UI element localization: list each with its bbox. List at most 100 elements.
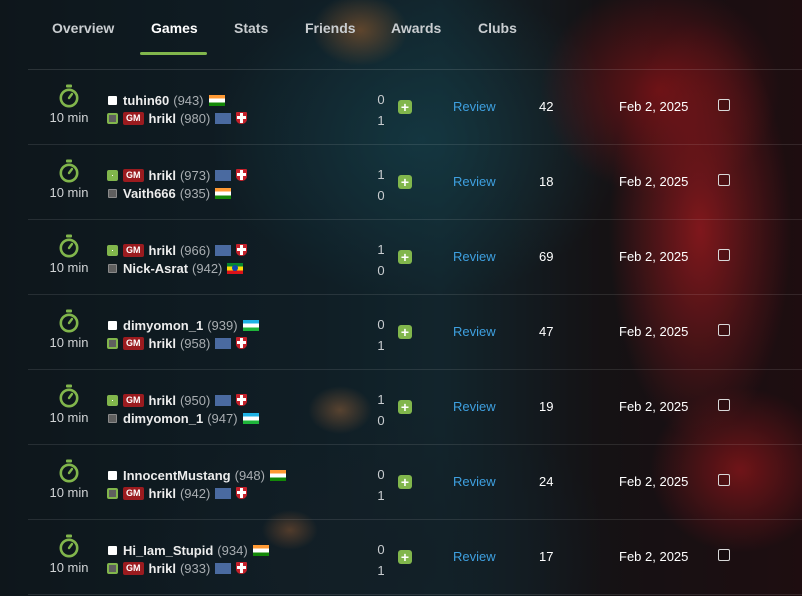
game-row[interactable]: 10 min GM hrikl (973) Vaith666 (935) 1 0 + Review… — [28, 145, 802, 220]
username-link[interactable]: Vaith666 — [123, 186, 176, 201]
username-link[interactable]: Nick-Asrat — [123, 261, 188, 276]
india-flag-icon — [269, 469, 286, 481]
black-score: 0 — [377, 413, 385, 428]
title-badge: GM — [123, 168, 144, 182]
game-row[interactable]: 10 min GM hrikl (966) Nick-Asrat (942) 1 0 + Revi… — [28, 220, 802, 295]
player-rating: (966) — [179, 242, 211, 258]
time-control: 10 min — [46, 384, 92, 425]
player-rating: (958) — [179, 335, 211, 351]
win-plus-icon: + — [398, 175, 412, 189]
white-piece-square-icon — [107, 169, 118, 181]
username-link[interactable]: Hi_Iam_Stupid — [123, 543, 213, 558]
tab-stats[interactable]: Stats — [234, 20, 268, 36]
title-badge: GM — [123, 561, 144, 575]
white-score: 1 — [377, 242, 385, 257]
black-piece-square-icon — [108, 188, 117, 198]
time-control: 10 min — [46, 309, 92, 350]
win-plus-icon: + — [398, 400, 412, 414]
username-link[interactable]: tuhin60 — [123, 93, 169, 108]
tab-clubs[interactable]: Clubs — [478, 20, 517, 36]
black-player: GM hrikl (980) — [107, 109, 248, 127]
white-score: 0 — [377, 542, 385, 557]
stopwatch-icon — [59, 309, 79, 333]
username-link[interactable]: hrikl — [149, 393, 176, 408]
game-row[interactable]: 10 min InnocentMustang (948) GM hrikl (942) 0 1… — [28, 445, 802, 520]
username-link[interactable]: dimyomon_1 — [123, 411, 203, 426]
time-control-label: 10 min — [49, 410, 89, 425]
active-tab-indicator — [140, 52, 207, 55]
white-score: 0 — [377, 317, 385, 332]
review-link[interactable]: Review — [453, 399, 496, 414]
player-rating: (942) — [179, 485, 211, 501]
white-score: 0 — [377, 467, 385, 482]
select-checkbox[interactable] — [718, 249, 730, 261]
club-shield-icon — [236, 244, 248, 256]
review-link[interactable]: Review — [453, 249, 496, 264]
select-checkbox[interactable] — [718, 474, 730, 486]
country-flag-icon — [215, 112, 232, 124]
username-link[interactable]: hrikl — [149, 561, 176, 576]
username-link[interactable]: hrikl — [149, 111, 176, 126]
players: GM hrikl (950) dimyomon_1 (947) — [107, 391, 259, 427]
white-player: tuhin60 (943) — [108, 91, 247, 109]
players: InnocentMustang (948) GM hrikl (942) — [107, 466, 286, 502]
white-player: dimyomon_1 (939) — [108, 316, 259, 334]
stopwatch-icon — [59, 84, 79, 108]
game-row[interactable]: 10 min dimyomon_1 (939) GM hrikl (958) 0 1 + Revi… — [28, 295, 802, 370]
time-control-label: 10 min — [49, 335, 89, 350]
tab-friends[interactable]: Friends — [305, 20, 356, 36]
title-badge: GM — [123, 393, 144, 407]
black-player: GM hrikl (958) — [107, 334, 259, 352]
white-piece-square-icon — [108, 320, 117, 330]
select-checkbox[interactable] — [718, 324, 730, 336]
white-player: GM hrikl (973) — [107, 166, 248, 184]
club-shield-icon — [236, 112, 248, 124]
game-row[interactable]: 10 min GM hrikl (950) dimyomon_1 (947) 1 0 + Revi… — [28, 370, 802, 445]
game-date: Feb 2, 2025 — [619, 174, 689, 189]
review-link[interactable]: Review — [453, 174, 496, 189]
result-scores: 10 — [374, 164, 388, 206]
username-link[interactable]: hrikl — [149, 243, 176, 258]
black-player: GM hrikl (933) — [107, 559, 269, 577]
games-list: 10 min tuhin60 (943) GM hrikl (980) 0 1 + Review 4… — [28, 69, 802, 595]
players: GM hrikl (973) Vaith666 (935) — [107, 166, 248, 202]
black-player: Vaith666 (935) — [108, 184, 247, 202]
tab-games[interactable]: Games — [151, 20, 198, 36]
tab-awards[interactable]: Awards — [391, 20, 441, 36]
review-link[interactable]: Review — [453, 99, 496, 114]
title-badge: GM — [123, 243, 144, 257]
title-badge: GM — [123, 336, 144, 350]
time-control-label: 10 min — [49, 560, 89, 575]
select-checkbox[interactable] — [718, 399, 730, 411]
country-flag-icon — [215, 337, 232, 349]
select-checkbox[interactable] — [718, 99, 730, 111]
username-link[interactable]: hrikl — [149, 336, 176, 351]
select-checkbox[interactable] — [718, 174, 730, 186]
black-piece-square-icon — [108, 413, 117, 423]
stopwatch-icon — [59, 459, 79, 483]
white-score: 1 — [377, 392, 385, 407]
review-link[interactable]: Review — [453, 549, 496, 564]
review-link[interactable]: Review — [453, 474, 496, 489]
stopwatch-icon — [59, 159, 79, 183]
time-control: 10 min — [46, 159, 92, 200]
review-link[interactable]: Review — [453, 324, 496, 339]
username-link[interactable]: hrikl — [149, 168, 176, 183]
game-row[interactable]: 10 min Hi_Iam_Stupid (934) GM hrikl (933) 0 1 + R… — [28, 520, 802, 595]
result-scores: 10 — [374, 389, 388, 431]
username-link[interactable]: dimyomon_1 — [123, 318, 203, 333]
username-link[interactable]: hrikl — [149, 486, 176, 501]
india-flag-icon — [208, 94, 225, 106]
black-piece-square-icon — [107, 562, 118, 574]
black-piece-square-icon — [107, 337, 118, 349]
white-score: 0 — [377, 92, 385, 107]
time-control-label: 10 min — [49, 110, 89, 125]
player-rating: (939) — [207, 317, 238, 333]
country-flag-icon — [215, 487, 232, 499]
select-checkbox[interactable] — [718, 549, 730, 561]
time-control: 10 min — [46, 459, 92, 500]
username-link[interactable]: InnocentMustang — [123, 468, 231, 483]
game-row[interactable]: 10 min tuhin60 (943) GM hrikl (980) 0 1 + Review 4… — [28, 70, 802, 145]
tab-overview[interactable]: Overview — [52, 20, 114, 36]
time-control: 10 min — [46, 234, 92, 275]
